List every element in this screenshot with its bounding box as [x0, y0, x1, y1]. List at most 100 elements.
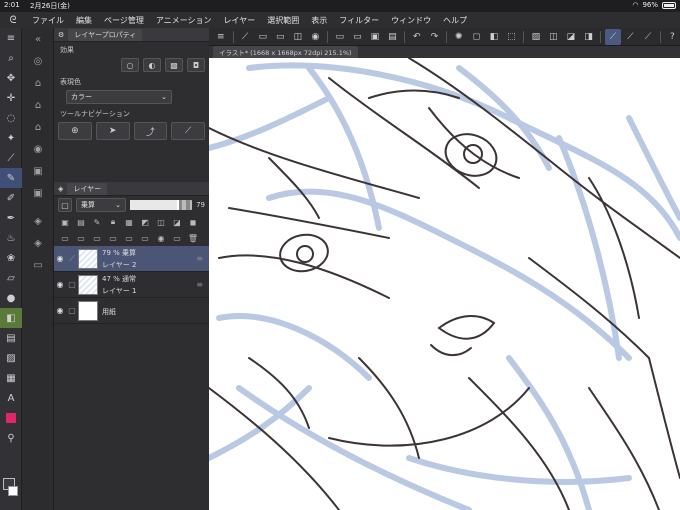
- subtool-icon[interactable]: ⌂: [22, 72, 54, 94]
- grip-icon[interactable]: ≡: [196, 254, 209, 263]
- save-icon[interactable]: ▣: [367, 29, 383, 45]
- selection-launcher-icon[interactable]: ◨: [581, 29, 597, 45]
- drawing-canvas[interactable]: [209, 58, 680, 510]
- clear-icon[interactable]: ◻: [469, 29, 485, 45]
- nav-rotate-icon[interactable]: ⤴: [133, 122, 168, 140]
- layer-color-toggle-icon[interactable]: ◼: [186, 216, 200, 228]
- open-icon[interactable]: ▭: [350, 29, 366, 45]
- copy-icon[interactable]: ▭: [122, 232, 136, 244]
- frame-icon[interactable]: ▦: [0, 368, 22, 388]
- layer-panel-icon[interactable]: ◈: [22, 232, 54, 254]
- pencil-icon[interactable]: ✐: [0, 188, 22, 208]
- transform-icon[interactable]: ⬚: [504, 29, 520, 45]
- export-icon[interactable]: ▤: [385, 29, 401, 45]
- menu-view[interactable]: 表示: [305, 15, 333, 26]
- eyedropper-icon[interactable]: ⟋: [0, 148, 22, 168]
- layer-property-icon[interactable]: ◈: [22, 210, 54, 232]
- invert-icon[interactable]: ◫: [546, 29, 562, 45]
- document-tab[interactable]: イラスト* (1668 x 1668px 72dpi 215.1%): [213, 46, 358, 58]
- cmd-icon[interactable]: ▭: [255, 29, 271, 45]
- menu-icon[interactable]: ≡: [0, 28, 22, 48]
- nav-select-icon[interactable]: ⊕: [58, 122, 92, 140]
- undo-icon[interactable]: ↶: [409, 29, 425, 45]
- new-vector-icon[interactable]: ▭: [74, 232, 88, 244]
- gradient-icon[interactable]: ▤: [0, 328, 22, 348]
- navigator-icon[interactable]: ◎: [22, 50, 54, 72]
- merge-icon[interactable]: ▭: [106, 232, 120, 244]
- mask-icon[interactable]: ◩: [138, 216, 152, 228]
- layer-mode-icon[interactable]: ▢: [58, 198, 72, 212]
- layer-row[interactable]: ◉ ⟋ 79 % 乗算 レイヤー 2 ≡: [54, 246, 209, 272]
- sub-color-swatch[interactable]: [8, 486, 18, 496]
- color-well[interactable]: [3, 478, 19, 500]
- fill-cmd-icon[interactable]: ◧: [486, 29, 502, 45]
- eye-icon[interactable]: ◉: [54, 280, 66, 289]
- blend-icon[interactable]: ●: [0, 288, 22, 308]
- material-icon[interactable]: ▣: [22, 160, 54, 182]
- menu-animation[interactable]: アニメーション: [150, 15, 218, 26]
- clip-icon[interactable]: ▣: [58, 216, 72, 228]
- color-wheel-icon[interactable]: ◉: [22, 138, 54, 160]
- extract-line-icon[interactable]: ▩: [165, 58, 183, 72]
- layer-row[interactable]: ◉ ▢ 47 % 通常 レイヤー 1 ≡: [54, 272, 209, 298]
- new-folder-icon[interactable]: ▭: [90, 232, 104, 244]
- menu-page[interactable]: ページ管理: [98, 15, 150, 26]
- link-icon[interactable]: ▭: [138, 232, 152, 244]
- pen-edit-icon[interactable]: ⟋: [66, 254, 78, 264]
- menu-layer[interactable]: レイヤー: [218, 15, 262, 26]
- auto-select-icon[interactable]: ✦: [0, 128, 22, 148]
- color-icon[interactable]: ◪: [170, 216, 184, 228]
- menu-window[interactable]: ウィンドウ: [385, 15, 437, 26]
- draft-icon[interactable]: ✎: [90, 216, 104, 228]
- correction-icon[interactable]: ⚲: [0, 428, 22, 448]
- subcolor-swatch[interactable]: [6, 413, 16, 423]
- brush-size-icon[interactable]: ⌂: [22, 116, 54, 138]
- reference-icon[interactable]: ▤: [74, 216, 88, 228]
- eraser-icon[interactable]: ▱: [0, 268, 22, 288]
- grip-icon[interactable]: ≡: [196, 280, 209, 289]
- checkbox-icon[interactable]: ▢: [66, 280, 78, 289]
- move-icon[interactable]: ✛: [0, 88, 22, 108]
- decoration-icon[interactable]: ❀: [0, 248, 22, 268]
- cmd-icon[interactable]: ▭: [273, 29, 289, 45]
- stabilizer-icon[interactable]: ⟋: [605, 28, 621, 45]
- tab-layer[interactable]: レイヤー: [67, 182, 108, 195]
- menu-selection[interactable]: 選択範囲: [261, 15, 305, 26]
- checkbox-icon[interactable]: ▢: [66, 306, 78, 315]
- selection-icon[interactable]: ◪: [563, 29, 579, 45]
- menu-edit[interactable]: 編集: [70, 15, 98, 26]
- nav-pen-icon[interactable]: ⟋: [171, 122, 205, 140]
- search-layer-icon[interactable]: ▭: [22, 254, 54, 276]
- ruler-icon[interactable]: ◫: [154, 216, 168, 228]
- lasso-icon[interactable]: ◌: [0, 108, 22, 128]
- airbrush-icon[interactable]: ♨: [0, 228, 22, 248]
- cmd-icon[interactable]: ◫: [290, 29, 306, 45]
- ruler-cmd-icon[interactable]: ⟋: [640, 29, 656, 45]
- history-icon[interactable]: ▣: [22, 182, 54, 204]
- redo-icon[interactable]: ↷: [427, 29, 443, 45]
- help-icon[interactable]: ?: [665, 29, 680, 45]
- border-effect-icon[interactable]: ○: [121, 58, 139, 72]
- hand-icon[interactable]: ✥: [0, 68, 22, 88]
- new-file-icon[interactable]: ▭: [332, 29, 348, 45]
- hamburger-icon[interactable]: ≡: [213, 29, 229, 45]
- lock-icon[interactable]: 🔒︎: [106, 216, 120, 228]
- text-icon[interactable]: A: [0, 388, 22, 408]
- new-raster-icon[interactable]: ▭: [58, 232, 72, 244]
- menu-filter[interactable]: フィルター: [333, 15, 385, 26]
- pen-icon[interactable]: ✎: [0, 168, 22, 188]
- eye-icon[interactable]: ◉: [54, 254, 66, 263]
- deselect-icon[interactable]: ▨: [528, 29, 544, 45]
- snap-icon[interactable]: ⟋: [623, 29, 639, 45]
- zoom-icon[interactable]: ⌕: [0, 48, 22, 68]
- menu-help[interactable]: ヘルプ: [437, 15, 473, 26]
- menu-file[interactable]: ファイル: [26, 15, 70, 26]
- lock-alpha-icon[interactable]: ▦: [122, 216, 136, 228]
- delete-icon[interactable]: 🗑︎: [186, 232, 200, 244]
- layer-color-icon[interactable]: ◘: [187, 58, 205, 72]
- gear-icon[interactable]: ⚙: [58, 31, 64, 39]
- layer-stack-icon[interactable]: ◈: [58, 185, 63, 193]
- pen-cmd-icon[interactable]: ⟋: [237, 29, 253, 45]
- loading-icon[interactable]: ✺: [451, 29, 467, 45]
- mask-add-icon[interactable]: ◉: [154, 232, 168, 244]
